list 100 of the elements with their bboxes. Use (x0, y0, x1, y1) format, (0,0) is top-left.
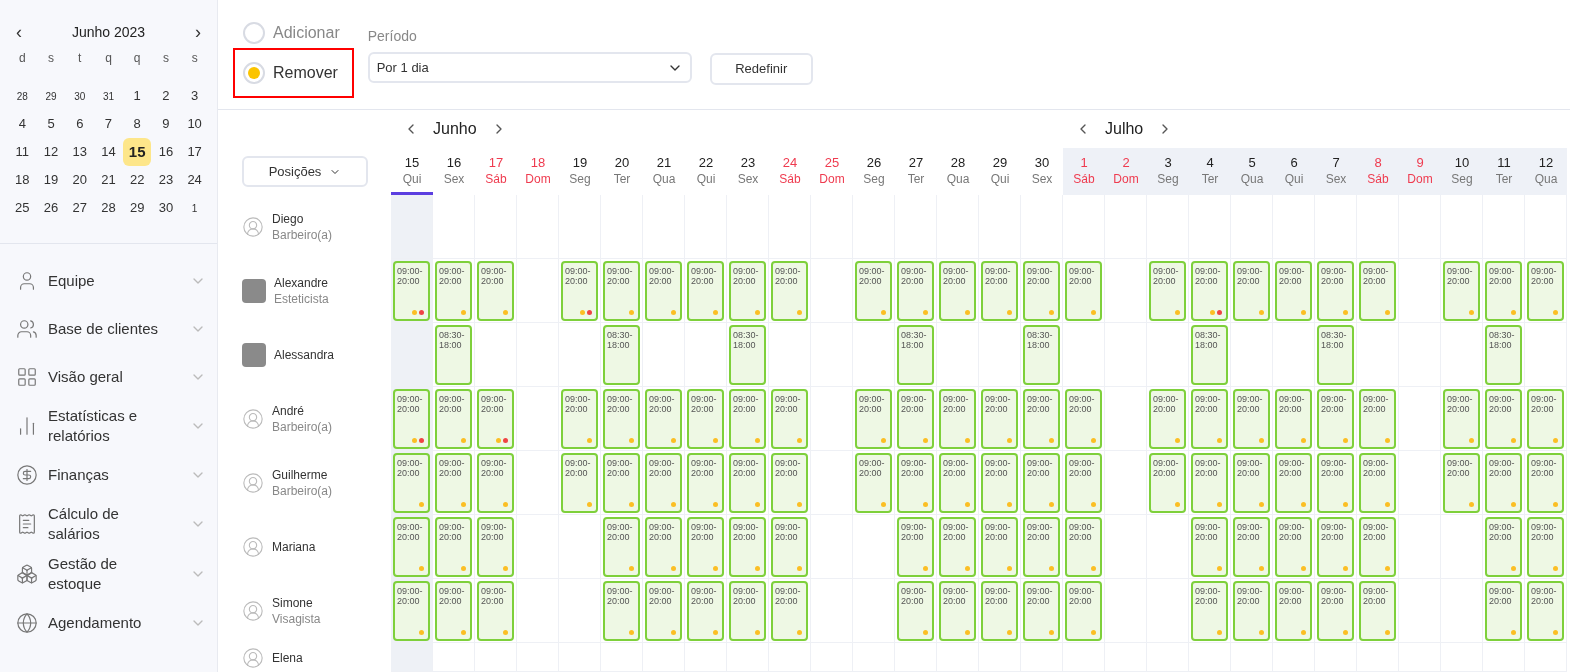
nav-item[interactable]: Gestão de estoque (0, 549, 217, 599)
shift-time: 09:00-20:00 (1446, 457, 1474, 478)
nav-item[interactable]: Estatísticas e relatórios (0, 401, 217, 451)
calendar-day[interactable]: 12 (37, 138, 66, 166)
nav-item[interactable]: Agendamento (0, 599, 217, 647)
user-avatar-icon (242, 536, 264, 558)
calendar-day[interactable]: 13 (65, 138, 94, 166)
period-select[interactable]: Por 1 dia (367, 52, 692, 83)
nav-item[interactable]: Base de clientes (0, 305, 217, 353)
staff-name: Diego (272, 211, 305, 227)
shift-time: 09:00-20:00 (480, 265, 508, 286)
month-label: Julho (1105, 119, 1144, 139)
calendar-day[interactable]: 3 (180, 82, 209, 110)
calendar-day[interactable]: 9 (151, 110, 180, 138)
calendar-day[interactable]: 10 (180, 110, 209, 138)
shift-time: 09:00-20:00 (1236, 521, 1264, 542)
shift-time: 09:00-20:00 (1320, 457, 1348, 478)
calendar-day[interactable]: 30 (151, 194, 180, 222)
shift-time: 09:00-20:00 (942, 393, 970, 414)
calendar-day[interactable]: 20 (65, 166, 94, 194)
reset-button[interactable]: Redefinir (709, 53, 813, 85)
calendar-day[interactable]: 22 (123, 166, 152, 194)
calendar-day[interactable]: 14 (94, 138, 123, 166)
day-header[interactable]: 11 Ter (1483, 148, 1525, 195)
calendar-day[interactable]: 1 (123, 82, 152, 110)
day-header[interactable]: 8 Sáb (1357, 148, 1399, 195)
shift-time: 09:00-20:00 (648, 265, 676, 286)
schedule-cell[interactable] (433, 195, 475, 259)
shift-time: 09:00-20:00 (984, 521, 1012, 542)
shift-time: 09:00-20:00 (564, 457, 592, 478)
calendar-day[interactable]: 21 (94, 166, 123, 194)
calendar-day[interactable]: 28 (8, 82, 37, 110)
day-header[interactable]: 12 Qua (1525, 148, 1567, 195)
day-number: 24 (782, 154, 798, 171)
shift-time: 09:00-20:00 (1236, 265, 1264, 286)
shift-time: 09:00-20:00 (1194, 393, 1222, 414)
nav-item[interactable]: Cálculo de salários (0, 499, 217, 549)
day-header[interactable]: 10 Seg (1441, 148, 1483, 195)
radio-option[interactable]: Remover (233, 48, 354, 98)
calendar-day[interactable]: 1 (180, 194, 209, 222)
calendar-day[interactable]: 27 (65, 194, 94, 222)
calendar-day[interactable]: 24 (180, 166, 209, 194)
calendar-day[interactable]: 6 (65, 110, 94, 138)
calendar-day[interactable]: 29 (123, 194, 152, 222)
day-header[interactable]: 6 Qui (1273, 148, 1315, 195)
calendar-day[interactable]: 30 (65, 82, 94, 110)
shift-time: 09:00-20:00 (1278, 393, 1306, 414)
calendar-day[interactable]: 8 (123, 110, 152, 138)
shift-time: 09:00-20:00 (690, 457, 718, 478)
weekday-label: Qui (696, 171, 716, 187)
weekday-label: Dom (525, 171, 551, 187)
weekday-label: s (47, 50, 56, 67)
shift-time: 09:00-20:00 (1488, 585, 1516, 606)
calendar-day[interactable]: 19 (37, 166, 66, 194)
staff-name: Alessandra (274, 347, 335, 363)
weekday-label: Qua (652, 171, 676, 187)
day-header[interactable]: 7 Sex (1315, 148, 1357, 195)
day-number: 15 (404, 154, 420, 171)
schedule-cell[interactable] (391, 195, 433, 259)
shift-time: 09:00-20:00 (1530, 585, 1558, 606)
weekday-label: Sex (1031, 171, 1053, 187)
next-month-button[interactable]: › (195, 23, 201, 41)
nav-item[interactable]: Finanças (0, 451, 217, 499)
shift-time: 09:00-20:00 (438, 265, 466, 286)
calendar-day[interactable]: 7 (94, 110, 123, 138)
weekday-label: t (77, 50, 83, 67)
day-header[interactable]: 3 Seg (1147, 148, 1189, 195)
weekday-label: q (132, 50, 142, 67)
nav-item[interactable]: Visão geral (0, 353, 217, 401)
nav-item[interactable]: Equipe (0, 257, 217, 305)
calendar-day[interactable]: 26 (37, 194, 66, 222)
day-number: 26 (866, 154, 882, 171)
previous-month-button[interactable]: ‹ (16, 23, 22, 41)
shift-time: 09:00-20:00 (1068, 265, 1096, 286)
shift-time: 09:00-20:00 (606, 265, 634, 286)
day-header[interactable]: 5 Qua (1231, 148, 1273, 195)
calendar-day[interactable]: 25 (8, 194, 37, 222)
day-header[interactable]: 9 Dom (1399, 148, 1441, 195)
calendar-day[interactable]: 18 (8, 166, 37, 194)
weekday-label: Ter (907, 171, 925, 187)
shift-time: 09:00-20:00 (480, 585, 508, 606)
shift-time: 09:00-20:00 (438, 585, 466, 606)
positions-dropdown[interactable]: Posições (242, 156, 368, 187)
calendar-day[interactable]: 5 (37, 110, 66, 138)
day-header[interactable]: 4 Ter (1189, 148, 1231, 195)
calendar-day[interactable]: 2 (151, 82, 180, 110)
shift-time: 09:00-20:00 (1530, 265, 1558, 286)
calendar-day[interactable]: 11 (8, 138, 37, 166)
calendar-day[interactable]: 29 (37, 82, 66, 110)
day-number: 28 (950, 154, 966, 171)
calendar-day[interactable]: 31 (94, 82, 123, 110)
calendar-day[interactable]: 28 (94, 194, 123, 222)
calendar-day[interactable]: 17 (180, 138, 209, 166)
day-header[interactable]: 1 Sáb (1063, 148, 1105, 195)
calendar-day[interactable]: 4 (8, 110, 37, 138)
shift-time: 09:00-20:00 (900, 521, 928, 542)
calendar-day[interactable]: 23 (151, 166, 180, 194)
radio-option[interactable]: Adicionar (233, 18, 354, 48)
calendar-day[interactable]: 15 (123, 138, 152, 166)
calendar-day[interactable]: 16 (151, 138, 180, 166)
